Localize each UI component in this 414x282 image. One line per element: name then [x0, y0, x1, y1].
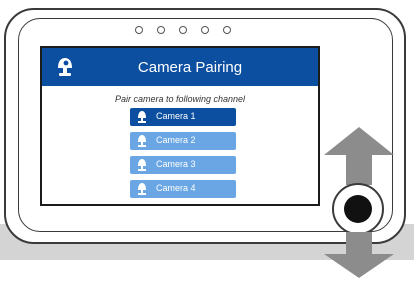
camera-2-button[interactable]: Camera 2 [130, 132, 236, 150]
camera-icon [138, 159, 146, 171]
indicator-light [179, 26, 187, 34]
camera-4-button[interactable]: Camera 4 [130, 180, 236, 198]
page-title: Camera Pairing [137, 58, 243, 76]
camera-3-label: Camera 3 [156, 159, 196, 169]
indicator-light [223, 26, 231, 34]
camera-3-button[interactable]: Camera 3 [130, 156, 236, 174]
camera-icon [138, 183, 146, 195]
page-subtitle: Pair camera to following channel [114, 94, 246, 104]
camera-1-label: Camera 1 [156, 111, 196, 121]
camera-icon [138, 135, 146, 147]
camera-2-label: Camera 2 [156, 135, 196, 145]
indicator-light [157, 26, 165, 34]
indicator-lights [135, 26, 231, 34]
camera-icon [138, 111, 146, 123]
indicator-light [201, 26, 209, 34]
indicator-light [135, 26, 143, 34]
camera-4-label: Camera 4 [156, 183, 196, 193]
camera-icon [58, 58, 72, 76]
navigation-button[interactable] [332, 183, 384, 235]
up-arrow-icon [324, 127, 394, 185]
down-arrow-icon [324, 232, 394, 278]
navigation-button-center [344, 195, 372, 223]
screen-header: Camera Pairing [42, 48, 318, 86]
display-screen: Camera Pairing Pair camera to following … [40, 46, 320, 206]
camera-1-button[interactable]: Camera 1 [130, 108, 236, 126]
